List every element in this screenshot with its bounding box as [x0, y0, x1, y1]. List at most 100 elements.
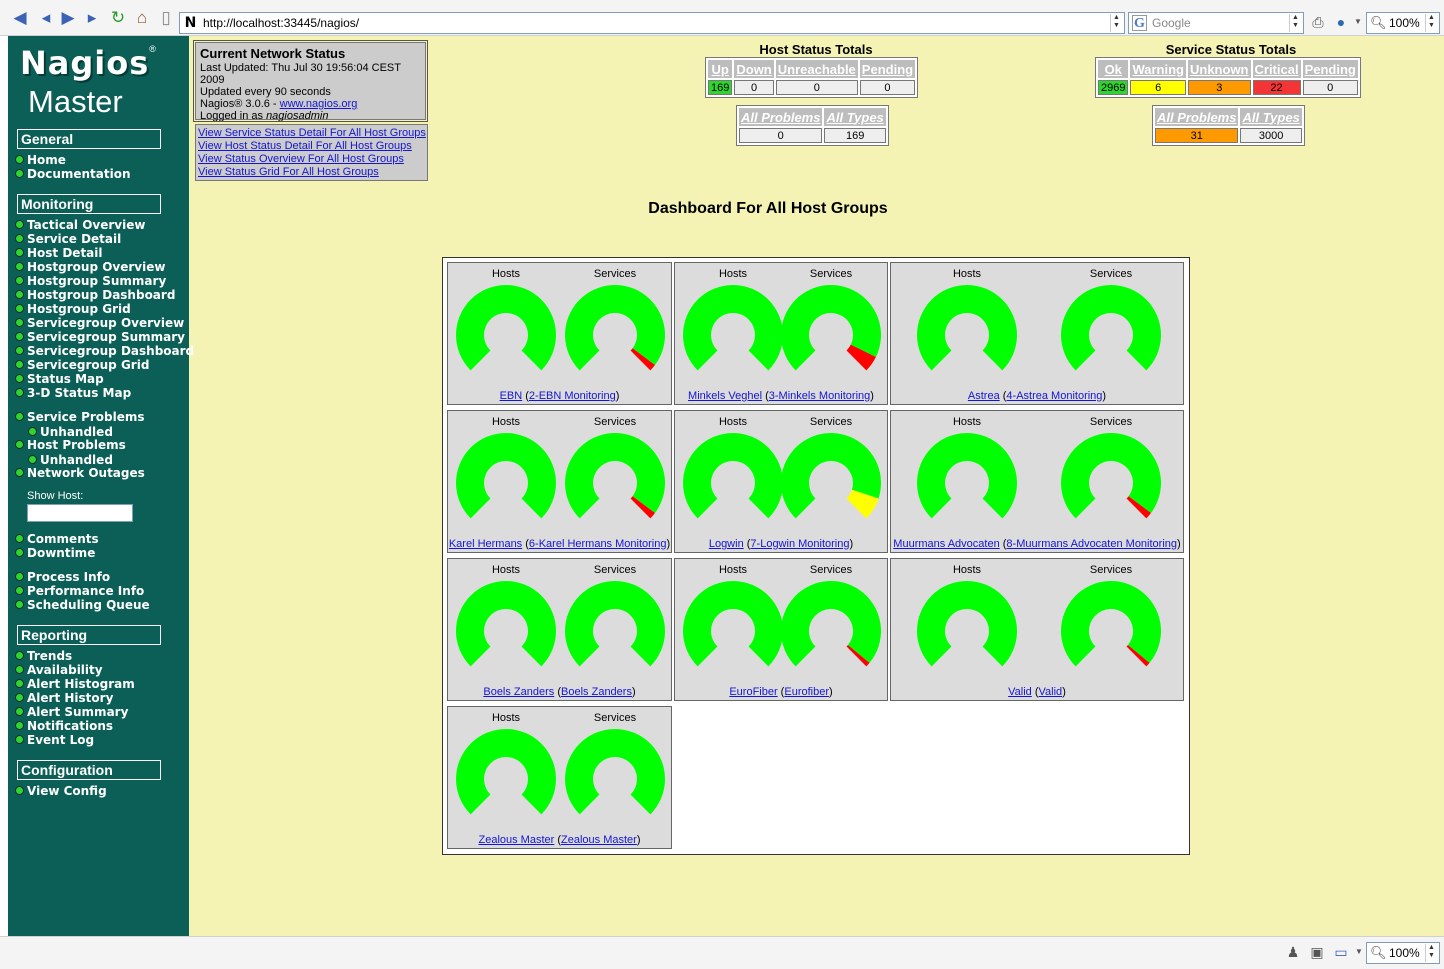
address-bar[interactable]: N http://localhost:33445/nagios/ ▲ ▼ — [179, 12, 1125, 34]
nav-label[interactable]: Host Problems — [27, 438, 126, 452]
nav-process-info[interactable]: Process Info — [15, 570, 110, 584]
forward-icon[interactable]: ▶ — [58, 8, 78, 28]
nav-servicegroup-dashboard[interactable]: Servicegroup Dashboard — [15, 344, 194, 358]
home-icon[interactable]: ⌂ — [132, 8, 152, 28]
status-zoom-value[interactable]: 100% — [1389, 946, 1420, 960]
host-header-pending[interactable]: Pending — [859, 60, 916, 78]
hostgroup-name-link[interactable]: Minkels Veghel — [688, 390, 762, 402]
nav-label[interactable]: Documentation — [27, 167, 131, 181]
hostgroup-alias-link[interactable]: Zealous Master — [561, 834, 637, 846]
nav-label[interactable]: Comments — [27, 532, 99, 546]
hostgroup-name-link[interactable]: Valid — [1008, 686, 1032, 698]
nav-documentation[interactable]: Documentation — [15, 167, 131, 181]
nav-label[interactable]: Servicegroup Grid — [27, 358, 149, 372]
nav-servicegroup-overview[interactable]: Servicegroup Overview — [15, 316, 184, 330]
nav-label[interactable]: Network Outages — [27, 466, 145, 480]
url-dropdown-icon[interactable]: ▲ ▼ — [1110, 14, 1122, 32]
nav-label[interactable]: Alert History — [27, 691, 113, 705]
nav-tactical-overview[interactable]: Tactical Overview — [15, 218, 145, 232]
nagios-org-link[interactable]: www.nagios.org — [280, 98, 358, 110]
svc-header-all-problems[interactable]: All Problems — [1155, 108, 1239, 126]
nav-label[interactable]: View Config — [27, 784, 107, 798]
nav-network-outages[interactable]: Network Outages — [15, 466, 145, 480]
nav-home[interactable]: Home — [15, 153, 66, 167]
search-input[interactable]: Google — [1152, 16, 1191, 30]
nav-label[interactable]: Status Map — [27, 372, 104, 386]
show-host-input[interactable] — [27, 504, 133, 522]
status-zoom-dropdown-icon[interactable]: ▲ ▼ — [1425, 944, 1437, 962]
link-service-status-detail[interactable]: View Service Status Detail For All Host … — [198, 127, 426, 140]
host-header-all-problems[interactable]: All Problems — [739, 108, 823, 126]
nav-servicegroup-grid[interactable]: Servicegroup Grid — [15, 358, 149, 372]
hostgroup-alias-link[interactable]: Valid — [1039, 686, 1063, 698]
search-dropdown-icon[interactable]: ▲ ▼ — [1289, 14, 1301, 32]
host-header-down[interactable]: Down — [734, 60, 774, 78]
hostgroup-alias-link[interactable]: 8-Muurmans Advocaten Monitoring — [1006, 538, 1177, 550]
nav-label[interactable]: Downtime — [27, 546, 95, 560]
hostgroup-alias-link[interactable]: 6-Karel Hermans Monitoring — [529, 538, 667, 550]
nav-host-detail[interactable]: Host Detail — [15, 246, 103, 260]
nav-servicegroup-summary[interactable]: Servicegroup Summary — [15, 330, 185, 344]
nagios-logo[interactable]: Nagios® — [20, 44, 170, 82]
nav-label[interactable]: Tactical Overview — [27, 218, 145, 232]
nav-event-log[interactable]: Event Log — [15, 733, 94, 747]
nav-hostgroup-overview[interactable]: Hostgroup Overview — [15, 260, 165, 274]
nav-downtime[interactable]: Downtime — [15, 546, 95, 560]
nav-scheduling-queue[interactable]: Scheduling Queue — [15, 598, 150, 612]
nav-host-problems[interactable]: Host Problems — [15, 438, 126, 452]
nav-hostgroup-dashboard[interactable]: Hostgroup Dashboard — [15, 288, 175, 302]
hostgroup-name-link[interactable]: Logwin — [709, 538, 744, 550]
hostgroup-alias-link[interactable]: Boels Zanders — [561, 686, 632, 698]
nav-alert-histogram[interactable]: Alert Histogram — [15, 677, 135, 691]
nav-trends[interactable]: Trends — [15, 649, 72, 663]
hostgroup-alias-link[interactable]: 2-EBN Monitoring — [529, 390, 616, 402]
hostgroup-name-link[interactable]: Karel Hermans — [449, 538, 522, 550]
zoom-control[interactable]: 🔍︎ 100% ▲ ▼ — [1366, 12, 1440, 34]
svc-header-critical[interactable]: Critical — [1252, 60, 1301, 78]
host-header-unreachable[interactable]: Unreachable — [775, 60, 858, 78]
nav-label[interactable]: Hostgroup Dashboard — [27, 288, 175, 302]
nav-alert-summary[interactable]: Alert Summary — [15, 705, 128, 719]
nav-label[interactable]: Unhandled — [40, 453, 113, 467]
nav-label[interactable]: Scheduling Queue — [27, 598, 150, 612]
nav-performance-info[interactable]: Performance Info — [15, 584, 144, 598]
svc-header-all-types[interactable]: All Types — [1240, 108, 1302, 126]
svc-header-ok[interactable]: Ok — [1098, 60, 1129, 78]
nav-comments[interactable]: Comments — [15, 532, 99, 546]
nav-label[interactable]: Performance Info — [27, 584, 144, 598]
nav-hostgroup-grid[interactable]: Hostgroup Grid — [15, 302, 131, 316]
forward-history-icon[interactable]: ▸ — [82, 8, 102, 28]
nav-label[interactable]: Availability — [27, 663, 103, 677]
screen-icon[interactable]: ▭ — [1332, 943, 1350, 961]
back-icon[interactable]: ◀ — [10, 8, 30, 28]
nav-label[interactable]: Service Problems — [27, 410, 145, 424]
nav-label[interactable]: Home — [27, 153, 66, 167]
host-header-up[interactable]: Up — [708, 60, 733, 78]
reload-icon[interactable]: ↻ — [108, 8, 128, 28]
nav-label[interactable]: Service Detail — [27, 232, 121, 246]
hostgroup-name-link[interactable]: Muurmans Advocaten — [893, 538, 999, 550]
nav-label[interactable]: Hostgroup Summary — [27, 274, 166, 288]
link-status-overview[interactable]: View Status Overview For All Host Groups — [198, 153, 425, 166]
nav-hostgroup-summary[interactable]: Hostgroup Summary — [15, 274, 166, 288]
link-status-grid[interactable]: View Status Grid For All Host Groups — [198, 166, 425, 179]
print-icon[interactable]: ⎙ — [1309, 13, 1327, 31]
plugin-icon[interactable]: ▣ — [1308, 943, 1326, 961]
nav-label[interactable]: Servicegroup Summary — [27, 330, 185, 344]
nav-label[interactable]: Hostgroup Overview — [27, 260, 165, 274]
hostgroup-alias-link[interactable]: Eurofiber — [784, 686, 829, 698]
nav-notifications[interactable]: Notifications — [15, 719, 113, 733]
svc-header-pending[interactable]: Pending — [1302, 60, 1358, 78]
svc-header-warning[interactable]: Warning — [1130, 60, 1186, 78]
hostgroup-alias-link[interactable]: 3-Minkels Monitoring — [769, 390, 870, 402]
nav-label[interactable]: Hostgroup Grid — [27, 302, 131, 316]
host-header-all-types[interactable]: All Types — [824, 108, 886, 126]
nav-label[interactable]: Process Info — [27, 570, 110, 584]
nav-status-map[interactable]: Status Map — [15, 372, 104, 386]
nav-service-problems-unhandled[interactable]: Unhandled — [28, 425, 113, 439]
nav-label[interactable]: Trends — [27, 649, 72, 663]
nav-label[interactable]: Event Log — [27, 733, 94, 747]
nav-alert-history[interactable]: Alert History — [15, 691, 113, 705]
hostgroup-name-link[interactable]: Boels Zanders — [483, 686, 554, 698]
back-history-icon[interactable]: ◂ — [36, 8, 56, 28]
